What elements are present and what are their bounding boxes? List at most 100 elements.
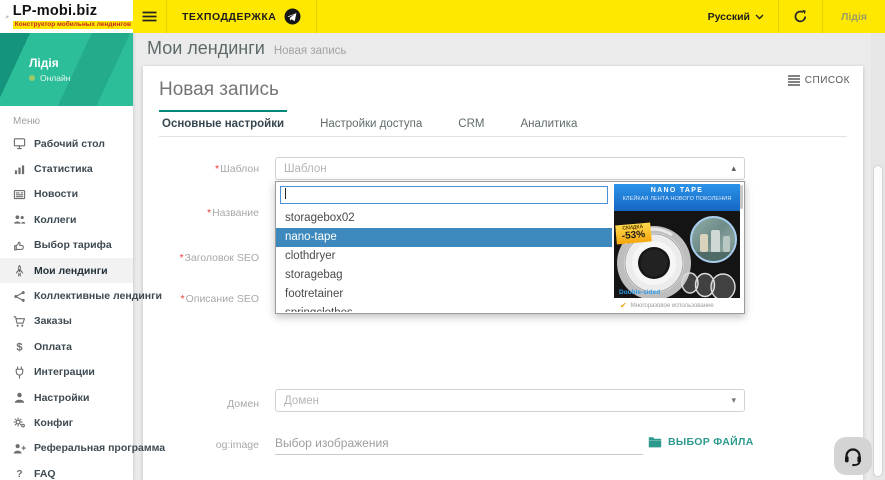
cart-icon — [13, 315, 26, 328]
page-scrollbar-track[interactable] — [871, 33, 885, 480]
sidebar-item-news[interactable]: Новости — [0, 182, 133, 207]
select-arrow-up-icon: ▴ — [731, 163, 736, 174]
sidebar-item-orders[interactable]: Заказы — [0, 309, 133, 334]
tariff-icon — [13, 239, 26, 252]
preview-feature-row: ✔ Многоразовое использование — [614, 298, 740, 313]
seo-title-label: *Заголовок SEO — [143, 252, 259, 264]
template-label: *Шаблон — [143, 163, 259, 175]
refresh-button[interactable] — [778, 0, 822, 33]
svg-text:$: $ — [16, 342, 23, 353]
domain-select[interactable]: Домен ▾ — [275, 389, 745, 412]
logo-title: LP-mobi.biz — [13, 4, 133, 19]
sidebar-item-dashboard[interactable]: Рабочий стол — [0, 131, 133, 156]
app-window: LP-mobi.biz Конструктор мобильных лендин… — [0, 0, 885, 480]
sidebar-item-label: Мои лендинги — [34, 265, 108, 277]
preview-title: NANO TAPE — [614, 184, 740, 194]
sidebar-item-label: Новости — [34, 188, 78, 200]
dog-logo-icon — [5, 4, 9, 30]
check-icon: ✔ — [620, 301, 627, 310]
logo[interactable]: LP-mobi.biz Конструктор мобильных лендин… — [0, 0, 133, 33]
dollar-icon: $ — [13, 340, 26, 353]
option-storagebag[interactable]: storagebag — [276, 266, 612, 285]
option-springclothes[interactable]: springclothes — [276, 304, 612, 312]
preview-photo-inset — [690, 216, 737, 263]
required-mark: * — [215, 163, 219, 175]
option-storagebox02[interactable]: storagebox02 — [276, 209, 612, 228]
sidebar-item-my-landings[interactable]: Мои лендинги — [0, 258, 133, 283]
template-select[interactable]: Шаблон ▴ — [275, 157, 745, 180]
hamburger-icon — [142, 11, 157, 22]
list-button[interactable]: СПИСОК — [788, 75, 850, 86]
sidebar-item-label: Коллективные лендинги — [34, 290, 162, 302]
sidebar-item-faq[interactable]: ? FAQ — [0, 461, 133, 480]
sidebar-item-settings[interactable]: Настройки — [0, 385, 133, 410]
breadcrumb: Мои лендинги Новая запись — [147, 38, 346, 59]
tab-crm[interactable]: CRM — [455, 110, 487, 136]
list-icon — [788, 75, 800, 86]
text-caret — [285, 188, 286, 199]
discount-badge: СКИДКА -53% — [615, 223, 651, 245]
tab-access-settings[interactable]: Настройки доступа — [317, 110, 425, 136]
profile-name: Лідія — [29, 56, 59, 70]
option-footretainer[interactable]: footretainer — [276, 285, 612, 304]
sidebar-item-label: FAQ — [34, 468, 56, 480]
online-status-dot — [29, 75, 35, 81]
logo-tagline: Конструктор мобильных лендингов — [13, 21, 133, 30]
dropdown-scrollbar[interactable] — [740, 185, 743, 209]
required-mark: * — [179, 252, 183, 264]
topbar-right-group: Русский Лідія — [694, 0, 885, 33]
landings-icon — [13, 264, 26, 277]
telegram-icon — [284, 8, 301, 25]
collective-icon — [13, 290, 26, 303]
language-selector[interactable]: Русский — [694, 0, 778, 33]
select-arrow-down-icon: ▾ — [731, 395, 736, 406]
stats-icon — [13, 163, 26, 176]
svg-text:?: ? — [16, 469, 22, 480]
sidebar-item-collective-landings[interactable]: Коллективные лендинги — [0, 283, 133, 308]
template-preview[interactable]: NANO TAPE КЛЕЙКАЯ ЛЕНТА НОВОГО ПОКОЛЕНИЯ — [614, 184, 740, 313]
folder-icon — [648, 436, 662, 448]
choose-file-button[interactable]: ВЫБОР ФАЙЛА — [648, 436, 754, 448]
support-chat-button[interactable] — [834, 437, 872, 475]
sidebar-menu: Рабочий стол Статистика Новости Коллеги … — [0, 131, 133, 480]
plug-icon — [13, 366, 26, 379]
sidebar-item-referral[interactable]: Реферальная программа — [0, 436, 133, 461]
gears-icon — [13, 416, 26, 429]
top-bar: LP-mobi.biz Конструктор мобильных лендин… — [0, 0, 885, 33]
page-scrollbar-thumb[interactable] — [873, 165, 883, 477]
refresh-icon — [793, 9, 808, 24]
og-image-input[interactable]: Выбор изображения — [275, 431, 643, 455]
sidebar-item-colleagues[interactable]: Коллеги — [0, 207, 133, 232]
badge-value: -53% — [621, 230, 646, 242]
sidebar-toggle-button[interactable] — [133, 0, 167, 33]
new-record-card: СПИСОК Новая запись Основные настройки Н… — [143, 66, 863, 480]
sidebar-item-statistics[interactable]: Статистика — [0, 156, 133, 181]
sidebar-item-label: Коллеги — [34, 214, 76, 226]
headset-icon — [842, 445, 864, 467]
preview-subtitle: КЛЕЙКАЯ ЛЕНТА НОВОГО ПОКОЛЕНИЯ — [619, 196, 735, 202]
sidebar-item-tariff[interactable]: Выбор тарифа — [0, 233, 133, 258]
option-nano-tape[interactable]: nano-tape — [276, 228, 612, 247]
sidebar: Лідія Онлайн Меню Рабочий стол Статистик… — [0, 33, 133, 480]
sidebar-item-label: Заказы — [34, 315, 72, 327]
tab-main-settings[interactable]: Основные настройки — [159, 110, 287, 136]
option-clothdryer[interactable]: clothdryer — [276, 247, 612, 266]
sidebar-item-label: Рабочий стол — [34, 138, 105, 150]
domain-placeholder: Домен — [284, 395, 319, 407]
required-mark: * — [181, 293, 185, 305]
sidebar-item-payment[interactable]: $ Оплата — [0, 334, 133, 359]
template-search-input[interactable] — [280, 186, 608, 204]
user-menu[interactable]: Лідія — [822, 0, 885, 33]
tab-analytics[interactable]: Аналитика — [517, 110, 580, 136]
sidebar-item-config[interactable]: Конфиг — [0, 410, 133, 435]
profile-status: Онлайн — [29, 73, 70, 83]
choose-file-label: ВЫБОР ФАЙЛА — [668, 436, 754, 448]
preview-footnote: Double-sided — [619, 289, 660, 296]
list-button-label: СПИСОК — [805, 75, 850, 86]
name-label: *Название — [143, 207, 259, 219]
tab-bar: Основные настройки Настройки доступа CRM… — [159, 110, 847, 137]
sidebar-item-integrations[interactable]: Интеграции — [0, 360, 133, 385]
support-button[interactable]: ТЕХПОДДЕРЖКА — [167, 0, 317, 33]
template-placeholder: Шаблон — [284, 163, 327, 175]
sidebar-item-label: Выбор тарифа — [34, 239, 112, 251]
